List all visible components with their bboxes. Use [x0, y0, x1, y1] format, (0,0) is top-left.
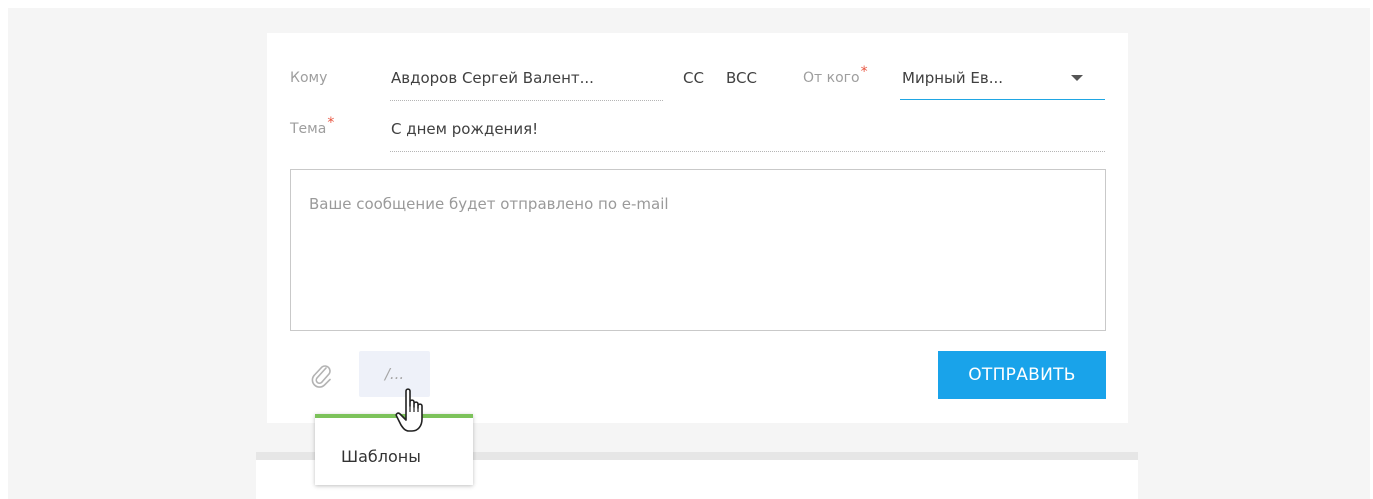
templates-tooltip: Шаблоны: [315, 414, 473, 485]
from-field-underline: [900, 99, 1105, 100]
paperclip-icon[interactable]: [310, 363, 334, 389]
subject-required-mark: *: [327, 115, 335, 131]
subject-label: Тема*: [290, 115, 334, 137]
from-select[interactable]: Мирный Ев...: [902, 69, 1044, 87]
to-field-underline: [390, 100, 663, 101]
tooltip-text: Шаблоны: [341, 447, 421, 466]
from-label: От кого*: [803, 64, 868, 86]
from-required-mark: *: [860, 64, 868, 80]
subject-underline: [390, 151, 1105, 152]
message-textarea[interactable]: Ваше сообщение будет отправлено по e-mai…: [290, 169, 1106, 331]
message-placeholder: Ваше сообщение будет отправлено по e-mai…: [309, 195, 669, 213]
templates-button-text: /...: [384, 365, 405, 383]
send-button[interactable]: ОТПРАВИТЬ: [938, 351, 1106, 399]
to-label: Кому: [290, 70, 328, 86]
screen: Кому Авдоров Сергей Валент... CC BCC От …: [0, 0, 1373, 499]
from-label-text: От кого: [803, 70, 860, 86]
subject-label-text: Тема: [290, 121, 327, 137]
cc-link[interactable]: CC: [683, 69, 704, 87]
chevron-down-icon[interactable]: [1071, 75, 1083, 81]
to-field[interactable]: Авдоров Сергей Валент...: [391, 69, 653, 87]
bcc-link[interactable]: BCC: [726, 69, 757, 87]
hand-cursor-icon: [395, 387, 433, 437]
subject-input[interactable]: С днем рождения!: [391, 120, 1091, 138]
